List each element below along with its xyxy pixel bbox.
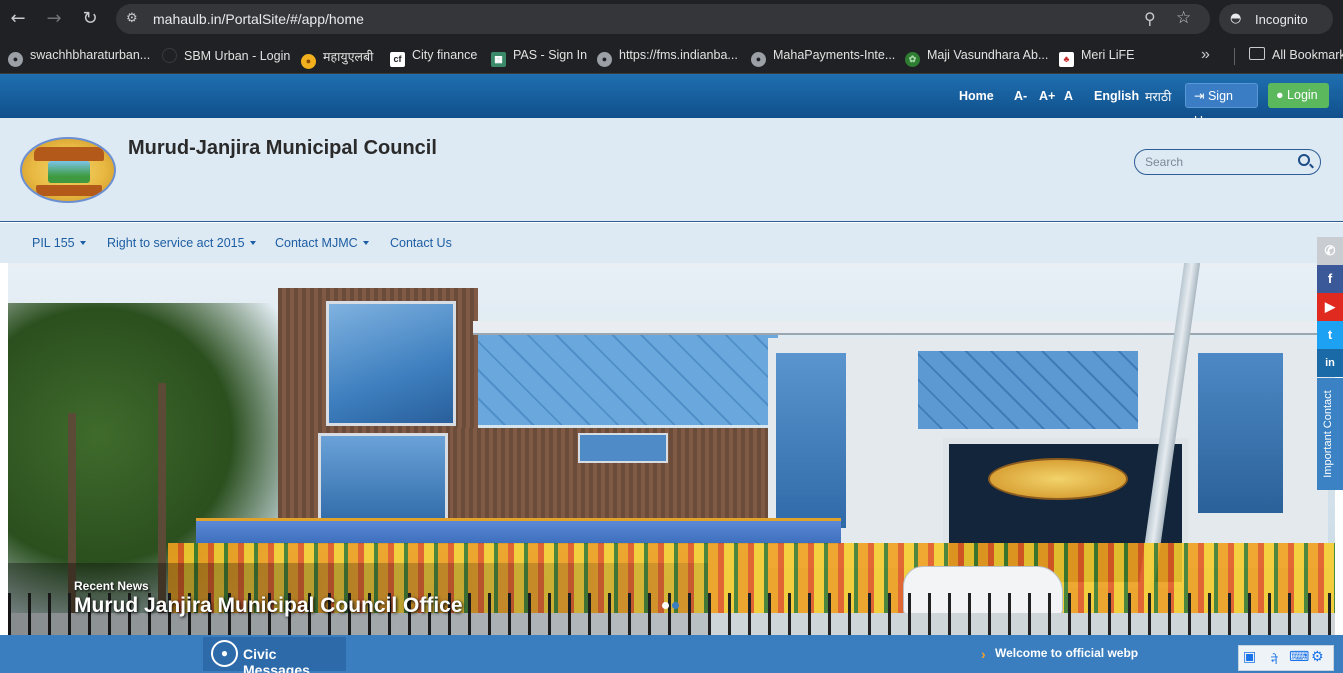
caret-down-icon bbox=[249, 241, 256, 245]
home-link[interactable]: Home bbox=[959, 89, 994, 103]
seal-icon: ● bbox=[301, 54, 316, 69]
address-bar[interactable]: ⚙ mahaulb.in/PortalSite/#/app/home ⚲ ☆ bbox=[116, 4, 1210, 34]
bookmarks-overflow-icon[interactable]: » bbox=[1201, 46, 1210, 64]
incognito-badge[interactable]: ◓ Incognito bbox=[1219, 4, 1333, 34]
bookmark-item[interactable]: ● MahaPayments-Inte... bbox=[751, 48, 895, 67]
bookmark-item[interactable]: ✿ Maji Vasundhara Ab... bbox=[905, 48, 1048, 67]
hero-label: Recent News bbox=[74, 579, 149, 593]
bookmark-item[interactable]: ● swachhbharaturban... bbox=[8, 48, 150, 67]
menu-item-right-to-service[interactable]: Right to service act 2015 bbox=[107, 236, 256, 250]
news-ticker[interactable]: Welcome to official webpage bbox=[995, 646, 1138, 660]
facebook-icon[interactable]: f bbox=[1317, 265, 1343, 293]
bookmark-item[interactable]: ● महायुएलबी bbox=[301, 48, 373, 69]
user-icon: ● bbox=[1276, 88, 1284, 102]
twitter-icon[interactable]: t bbox=[1317, 321, 1343, 349]
reload-icon[interactable]: ↻ bbox=[80, 9, 100, 29]
divider bbox=[1234, 48, 1235, 65]
globe-icon: ● bbox=[751, 52, 766, 67]
site-title: Murud-Janjira Municipal Council bbox=[128, 137, 437, 159]
input-tools-widget[interactable]: ▣ ने ⌨ ⚙ bbox=[1238, 645, 1334, 671]
council-logo[interactable] bbox=[20, 137, 116, 203]
bookmark-item[interactable]: ● https://fms.indianba... bbox=[597, 48, 738, 67]
forward-icon[interactable]: → bbox=[44, 9, 64, 29]
building-window bbox=[318, 433, 448, 528]
bookmark-star-icon[interactable]: ☆ bbox=[1176, 8, 1191, 28]
lifestyle-icon: ♣ bbox=[1059, 52, 1074, 67]
bookmark-item[interactable]: ♣ Meri LiFE bbox=[1059, 48, 1134, 67]
font-increase-button[interactable]: A+ bbox=[1039, 89, 1055, 103]
signup-button[interactable]: ⇥ Sign Up bbox=[1185, 83, 1258, 128]
folder-icon[interactable] bbox=[1249, 47, 1265, 60]
building-window bbox=[326, 301, 456, 426]
font-decrease-button[interactable]: A- bbox=[1014, 89, 1027, 103]
linkedin-icon[interactable]: in bbox=[1317, 349, 1343, 377]
building-window bbox=[776, 353, 846, 528]
signin-icon: ⇥ bbox=[1194, 89, 1205, 103]
civic-messages-bar: ● Civic Messages › Welcome to official w… bbox=[0, 635, 1343, 673]
lang-english-link[interactable]: English bbox=[1094, 89, 1139, 103]
building-glass-facade bbox=[918, 351, 1138, 429]
site-topbar: Home A- A+ A English मराठी ⇥ Sign Up ● L… bbox=[0, 74, 1343, 128]
building-window bbox=[578, 433, 668, 463]
search-placeholder: Search bbox=[1145, 155, 1184, 169]
menu-item-pil-155[interactable]: PIL 155 bbox=[32, 236, 86, 250]
building-roof bbox=[473, 321, 1323, 335]
url-text[interactable]: mahaulb.in/PortalSite/#/app/home bbox=[153, 11, 364, 27]
bookmarks-bar: ● swachhbharaturban... SBM Urban - Login … bbox=[0, 38, 1343, 74]
building-emblem bbox=[988, 458, 1128, 500]
civic-messages-tab[interactable]: ● Civic Messages bbox=[203, 637, 346, 673]
bookmark-item[interactable]: ▦ PAS - Sign In bbox=[491, 48, 587, 67]
carousel-dot[interactable] bbox=[672, 602, 679, 609]
chevron-right-icon: › bbox=[981, 646, 986, 662]
important-contact-tab[interactable]: Important Contact bbox=[1317, 378, 1343, 490]
script-icon[interactable]: ने bbox=[1271, 651, 1278, 668]
bookmark-item[interactable]: SBM Urban - Login bbox=[162, 48, 290, 66]
back-icon[interactable]: ← bbox=[8, 9, 28, 29]
zoom-icon[interactable]: ⚲ bbox=[1144, 9, 1156, 28]
important-contact-label: Important Contact bbox=[1322, 390, 1334, 478]
youtube-icon[interactable]: ▶ bbox=[1317, 293, 1343, 321]
globe-icon: ● bbox=[8, 52, 23, 67]
civic-messages-label: Civic Messages bbox=[243, 646, 310, 673]
caret-down-icon bbox=[79, 241, 86, 245]
search-input[interactable]: Search bbox=[1134, 149, 1321, 175]
bookmark-item[interactable]: cf City finance bbox=[390, 48, 477, 67]
caret-down-icon bbox=[362, 241, 369, 245]
site-header: Murud-Janjira Municipal Council Search bbox=[0, 118, 1343, 222]
settings-icon[interactable]: ⚙ bbox=[1311, 649, 1324, 665]
globe-icon: ● bbox=[597, 52, 612, 67]
council-banner bbox=[196, 518, 841, 544]
leaf-icon: ✿ bbox=[905, 52, 920, 67]
all-bookmarks[interactable]: All Bookmark bbox=[1272, 48, 1343, 66]
carousel-dot-active[interactable] bbox=[662, 602, 669, 609]
keyboard-icon[interactable]: ⌨ bbox=[1289, 649, 1309, 665]
menu-item-contact-mjmc[interactable]: Contact MJMC bbox=[275, 236, 369, 250]
phone-icon[interactable]: ✆ bbox=[1317, 237, 1343, 265]
menu-item-contact-us[interactable]: Contact Us bbox=[390, 236, 452, 250]
lang-marathi-link[interactable]: मराठी bbox=[1145, 88, 1171, 105]
logo-scene bbox=[48, 161, 90, 183]
logo-ribbon bbox=[34, 147, 104, 161]
browser-toolbar: ← → ↻ ⚙ mahaulb.in/PortalSite/#/app/home… bbox=[0, 0, 1343, 38]
main-menu: PIL 155 Right to service act 2015 Contac… bbox=[0, 223, 1343, 263]
login-button[interactable]: ● Login bbox=[1268, 83, 1329, 108]
font-normal-button[interactable]: A bbox=[1064, 89, 1073, 103]
search-icon[interactable] bbox=[1298, 154, 1310, 166]
hero-title: Murud Janjira Municipal Council Office bbox=[74, 594, 463, 617]
users-icon: ● bbox=[211, 640, 238, 667]
building-window bbox=[1198, 353, 1283, 513]
incognito-label: Incognito bbox=[1255, 12, 1308, 27]
incognito-icon: ◓ bbox=[1230, 11, 1242, 26]
cityfinance-icon: cf bbox=[390, 52, 405, 67]
pas-icon: ▦ bbox=[491, 52, 506, 67]
logo-ribbon bbox=[36, 185, 102, 196]
blank-icon bbox=[162, 48, 177, 63]
building-glass-facade bbox=[478, 335, 778, 425]
google-input-icon[interactable]: ▣ bbox=[1243, 649, 1256, 665]
site-info-icon[interactable]: ⚙ bbox=[126, 10, 144, 28]
hero-carousel[interactable]: Recent News Murud Janjira Municipal Coun… bbox=[8, 263, 1335, 635]
